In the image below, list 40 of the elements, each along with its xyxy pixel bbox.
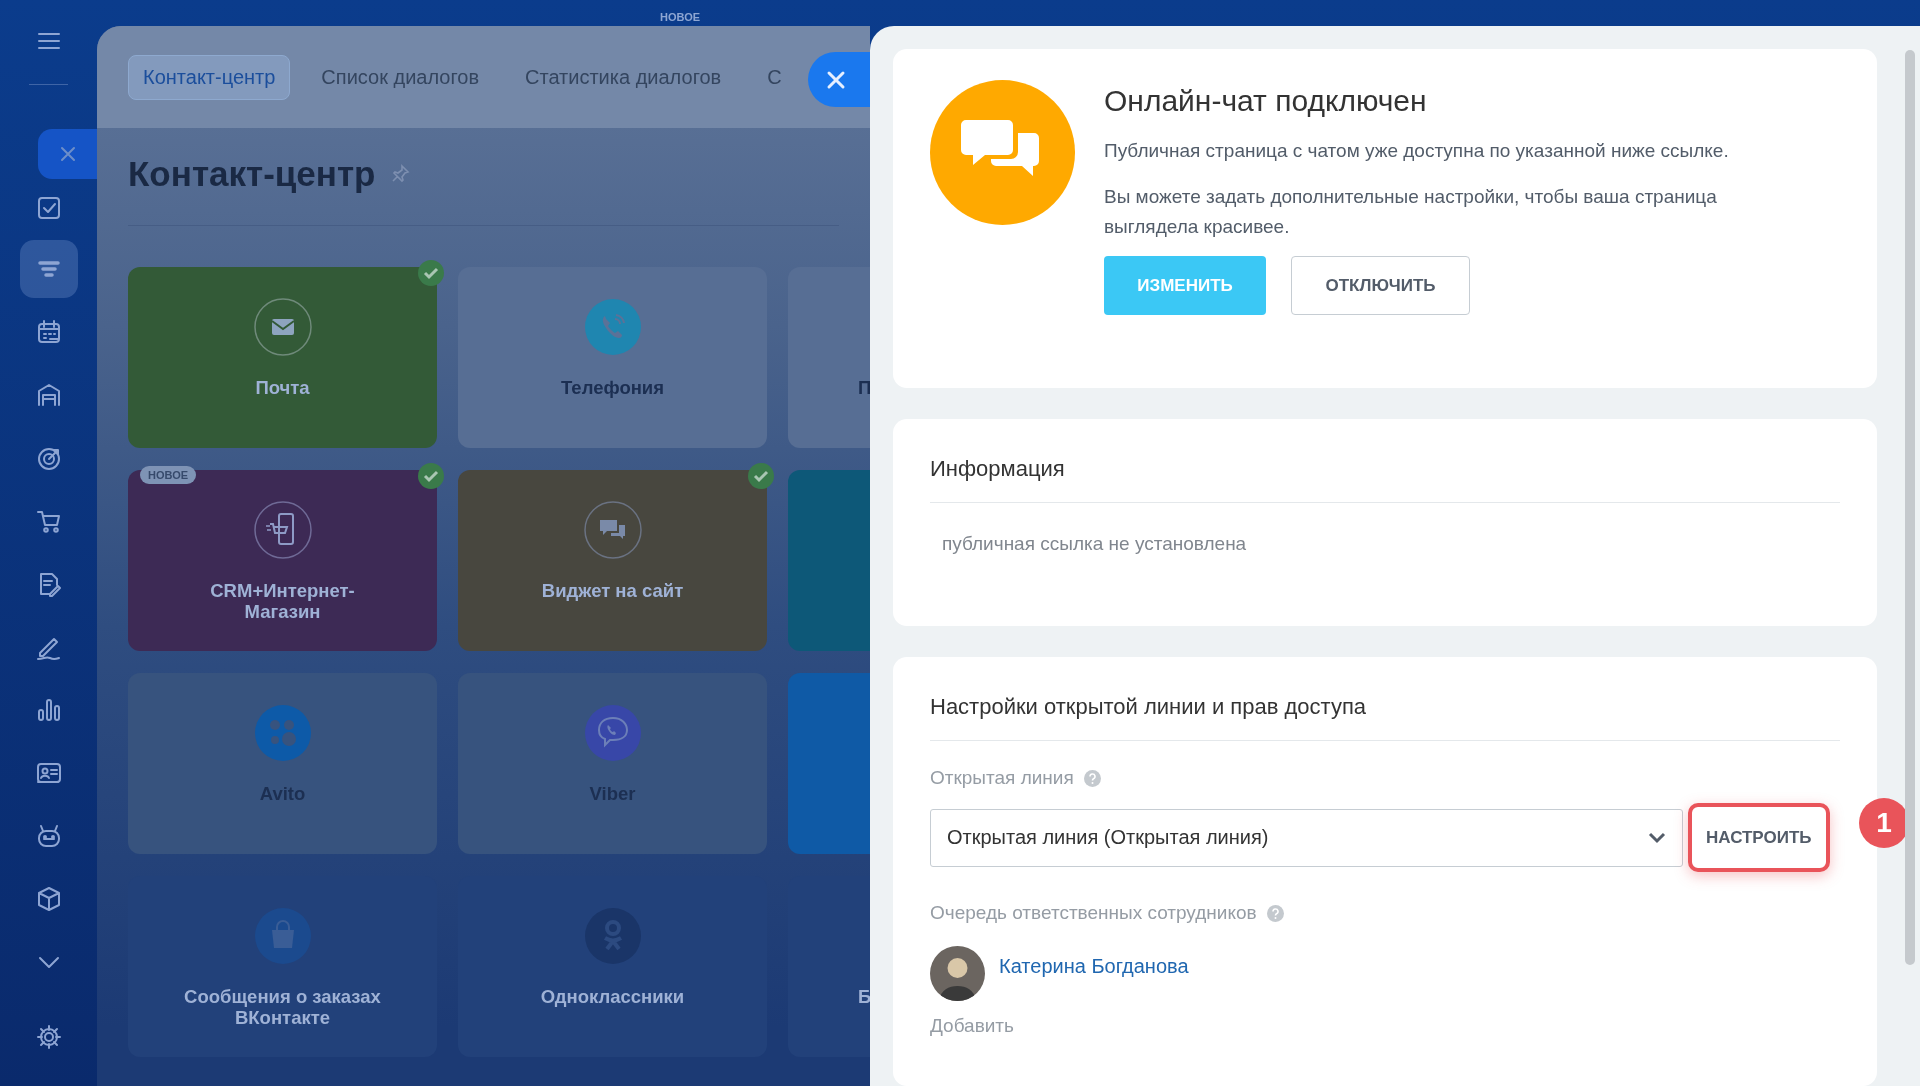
status-title: Онлайн-чат подключен bbox=[1104, 84, 1428, 118]
section-title: Информация bbox=[930, 450, 1840, 503]
disable-button[interactable]: ОТКЛЮЧИТЬ bbox=[1291, 256, 1470, 315]
section-title: Настройки открытой линии и прав доступа bbox=[930, 688, 1840, 741]
edit-button[interactable]: ИЗМЕНИТЬ bbox=[1104, 256, 1266, 315]
employee-link[interactable]: Катерина Богданова bbox=[999, 955, 1189, 978]
field-label: Открытая линия bbox=[930, 767, 1074, 789]
person-icon bbox=[582, 906, 643, 966]
tile[interactable]: П bbox=[788, 267, 870, 448]
field-label: Очередь ответственных сотрудников bbox=[930, 902, 1257, 924]
chat-icon bbox=[582, 500, 643, 560]
add-link[interactable]: Добавить bbox=[930, 1015, 1840, 1037]
phone-bubble-icon bbox=[582, 703, 643, 763]
dots-icon bbox=[252, 703, 313, 763]
tab[interactable]: Список диалогов bbox=[306, 54, 495, 100]
tab[interactable]: Статистика диалогов bbox=[510, 54, 737, 100]
description-text: Вы можете задать дополнительные настройки, чтобы ваша страница выглядела красивее. bbox=[1104, 185, 1718, 239]
configure-button[interactable]: НАСТРОИТЬ bbox=[1688, 803, 1830, 872]
tile[interactable]: Почта bbox=[128, 267, 437, 448]
new-badge: НОВОЕ bbox=[140, 466, 197, 484]
tile[interactable]: Виджет на сайт bbox=[458, 470, 767, 651]
scrollbar[interactable] bbox=[1905, 50, 1915, 965]
new-label: НОВОЕ bbox=[660, 11, 701, 23]
chevron-down-icon bbox=[1648, 831, 1666, 844]
tile[interactable]: Телефония bbox=[458, 267, 767, 448]
settings-icon bbox=[34, 1022, 63, 1051]
tab[interactable]: С bbox=[752, 54, 797, 100]
info-text: публичная ссылка не установлена bbox=[942, 533, 1248, 555]
description-text: Публичная страница с чатом уже доступна по указанной ниже ссылке. bbox=[1104, 139, 1730, 163]
phone-icon bbox=[582, 297, 643, 357]
phone-cart-icon bbox=[252, 500, 313, 560]
envelope-icon bbox=[252, 297, 313, 357]
avatar bbox=[930, 946, 985, 1001]
chat-icon bbox=[930, 80, 1075, 225]
shopping-bag-icon bbox=[252, 906, 313, 966]
sidebar-item[interactable] bbox=[38, 129, 97, 179]
tab[interactable]: Контакт-центр bbox=[128, 54, 291, 100]
page-title: Контакт-центр bbox=[128, 154, 376, 194]
sidebar-item[interactable] bbox=[19, 239, 78, 298]
open-line-select[interactable]: Открытая линия (Открытая линия) bbox=[930, 808, 1683, 867]
